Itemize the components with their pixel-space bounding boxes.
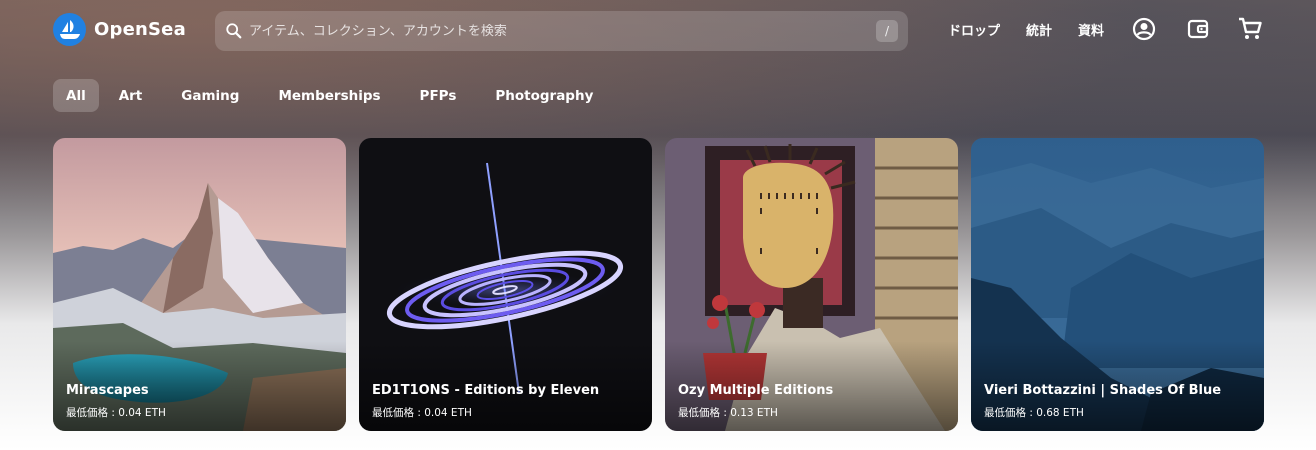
tab-memberships[interactable]: Memberships	[265, 79, 393, 112]
brand-name: OpenSea	[94, 19, 186, 40]
collection-title: Ozy Multiple Editions	[678, 383, 834, 398]
tab-all[interactable]: All	[53, 79, 99, 112]
search-icon	[226, 23, 242, 39]
opensea-logo[interactable]: OpenSea	[53, 13, 186, 46]
search-shortcut-key: /	[876, 20, 898, 42]
category-tabs: All Art Gaming Memberships PFPs Photogra…	[53, 79, 613, 112]
nav-stats[interactable]: 統計	[1026, 20, 1052, 39]
cart-icon	[1239, 17, 1262, 39]
wallet-button[interactable]	[1185, 16, 1211, 42]
collection-card[interactable]: ED1T1ONS - Editions by Eleven 最低価格 : 0.0…	[359, 138, 652, 431]
collection-title: Vieri Bottazzini | Shades Of Blue	[984, 383, 1222, 398]
tab-photography[interactable]: Photography	[482, 79, 606, 112]
tab-pfps[interactable]: PFPs	[407, 79, 470, 112]
floor-price: 最低価格 : 0.13 ETH	[678, 407, 778, 419]
collection-title: Mirascapes	[66, 383, 149, 398]
wallet-icon	[1187, 19, 1209, 39]
nav-resources[interactable]: 資料	[1078, 20, 1104, 39]
opensea-logo-icon	[53, 13, 86, 46]
search-input[interactable]	[249, 23, 876, 39]
search-bar[interactable]: /	[215, 11, 908, 51]
tab-gaming[interactable]: Gaming	[168, 79, 252, 112]
nav-drops[interactable]: ドロップ	[948, 20, 1000, 39]
collection-card[interactable]: Mirascapes 最低価格 : 0.04 ETH	[53, 138, 346, 431]
collection-card[interactable]: Ozy Multiple Editions 最低価格 : 0.13 ETH	[665, 138, 958, 431]
collection-title: ED1T1ONS - Editions by Eleven	[372, 383, 600, 398]
account-button[interactable]	[1131, 16, 1157, 42]
floor-price: 最低価格 : 0.68 ETH	[984, 407, 1084, 419]
collection-card[interactable]: Vieri Bottazzini | Shades Of Blue 最低価格 :…	[971, 138, 1264, 431]
account-icon	[1132, 17, 1156, 41]
cart-button[interactable]	[1237, 16, 1263, 42]
floor-price: 最低価格 : 0.04 ETH	[66, 407, 166, 419]
floor-price: 最低価格 : 0.04 ETH	[372, 407, 472, 419]
tab-art[interactable]: Art	[106, 79, 156, 112]
top-navigation-bar: OpenSea / ドロップ 統計 資料	[0, 0, 1316, 60]
